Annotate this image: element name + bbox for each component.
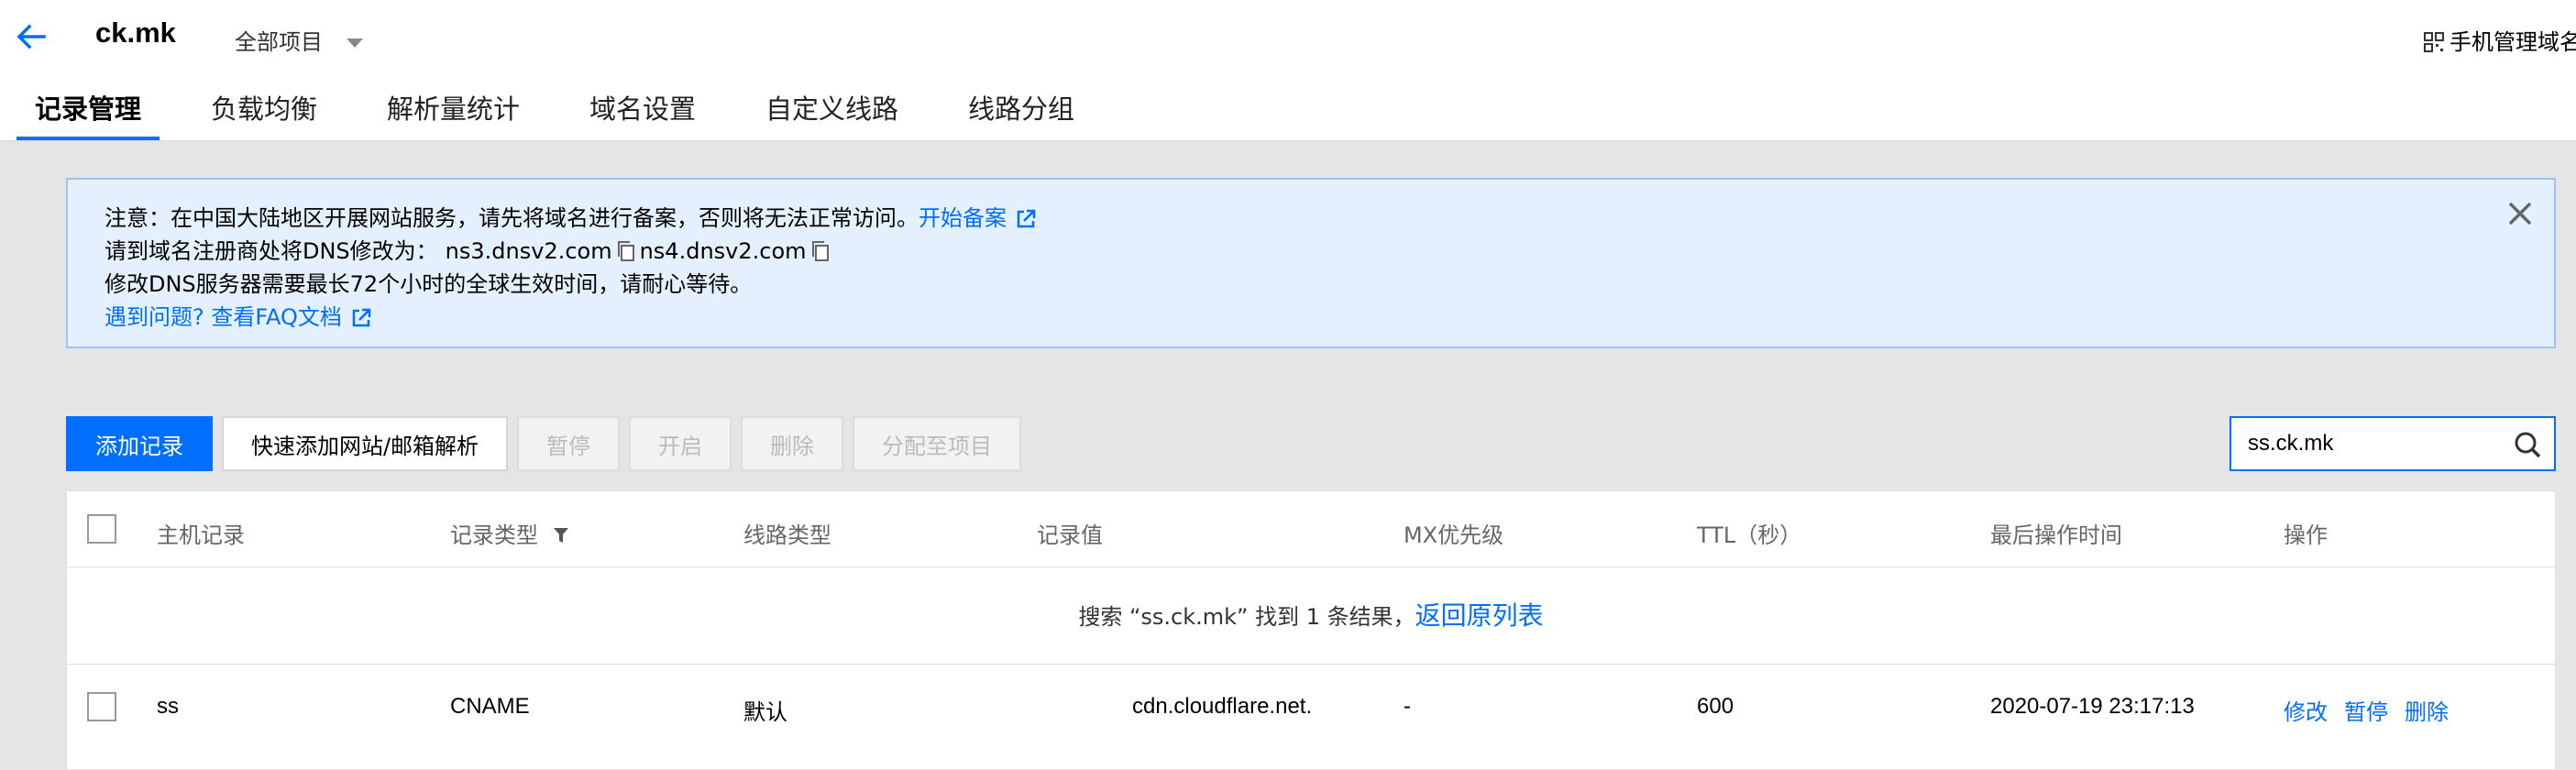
tab-line-groups[interactable]: 线路分组 bbox=[968, 88, 1074, 140]
start-filing-link[interactable]: 开始备案 bbox=[919, 205, 1007, 231]
qrcode-icon bbox=[2424, 32, 2444, 52]
tab-custom-lines[interactable]: 自定义线路 bbox=[765, 88, 898, 140]
add-record-button[interactable]: 添加记录 bbox=[66, 416, 213, 471]
cell-host: ss bbox=[157, 694, 179, 719]
caret-down-icon bbox=[346, 38, 363, 48]
header-mx: MX优先级 bbox=[1404, 522, 1504, 548]
copy-icon[interactable] bbox=[810, 240, 831, 262]
table-header: 主机记录 记录类型 线路类型 记录值 MX优先级 TTL（秒） 最后操作时间 操… bbox=[67, 491, 2555, 567]
tab-resolution-stats[interactable]: 解析量统计 bbox=[387, 88, 520, 140]
copy-icon[interactable] bbox=[616, 240, 636, 262]
header-value: 记录值 bbox=[1037, 522, 1103, 548]
header-type: 记录类型 bbox=[450, 517, 569, 549]
cell-line: 默认 bbox=[743, 699, 787, 725]
tab-record-management[interactable]: 记录管理 bbox=[16, 88, 160, 140]
external-link-icon[interactable] bbox=[1016, 209, 1036, 229]
cell-mx: - bbox=[1404, 694, 1411, 719]
header-host: 主机记录 bbox=[157, 522, 245, 548]
filter-icon[interactable] bbox=[553, 526, 569, 544]
table-row: ss CNAME 默认 cdn.cloudflare.net. - 600 20… bbox=[67, 665, 2555, 753]
notice-icp-text: 注意：在中国大陆地区开展网站服务，请先将域名进行备案，否则将无法正常访问。 bbox=[105, 205, 919, 231]
project-selector[interactable]: 全部项目 bbox=[235, 24, 363, 56]
header-actions: 操作 bbox=[2284, 522, 2328, 548]
header-type-label: 记录类型 bbox=[450, 522, 538, 548]
back-to-list-link[interactable]: 返回原列表 bbox=[1415, 600, 1544, 631]
quick-add-button[interactable]: 快速添加网站/邮箱解析 bbox=[222, 416, 508, 471]
notice-line-dns: 请到域名注册商处将DNS修改为： ns3.dnsv2.com ns4.dnsv2.c… bbox=[105, 233, 834, 265]
external-link-icon[interactable] bbox=[351, 308, 371, 328]
tab-load-balancing[interactable]: 负载均衡 bbox=[211, 88, 317, 140]
notice-dns-text: 请到域名注册商处将DNS修改为： bbox=[105, 238, 438, 264]
faq-link[interactable]: 遇到问题? 查看FAQ文档 bbox=[105, 304, 342, 330]
search-box bbox=[2229, 416, 2556, 471]
project-selector-label: 全部项目 bbox=[235, 29, 323, 55]
notice-banner: 注意：在中国大陆地区开展网站服务，请先将域名进行备案，否则将无法正常访问。开始备… bbox=[66, 178, 2556, 348]
records-table: 主机记录 记录类型 线路类型 记录值 MX优先级 TTL（秒） 最后操作时间 操… bbox=[66, 490, 2556, 770]
nameserver-2: ns4.dnsv2.com bbox=[639, 238, 807, 264]
header-line: 线路类型 bbox=[743, 522, 831, 548]
assign-project-button[interactable]: 分配至项目 bbox=[853, 416, 1021, 471]
top-header: ck.mk 全部项目 手机管理域名 记录管理 负载均衡 解析量统计 域名设置 自… bbox=[0, 0, 2576, 141]
close-icon[interactable] bbox=[2506, 200, 2534, 227]
tab-domain-settings[interactable]: 域名设置 bbox=[589, 88, 696, 140]
notice-line-icp: 注意：在中国大陆地区开展网站服务，请先将域名进行备案，否则将无法正常访问。开始备… bbox=[105, 200, 1036, 232]
edit-link[interactable]: 修改 bbox=[2284, 699, 2328, 725]
search-icon[interactable] bbox=[2514, 431, 2541, 458]
search-input[interactable] bbox=[2248, 427, 2504, 460]
search-result-text: 搜索 “ss.ck.mk” 找到 1 条结果， bbox=[1078, 604, 1415, 630]
header-last-modified: 最后操作时间 bbox=[1990, 522, 2122, 548]
header-ttl: TTL（秒） bbox=[1697, 522, 1802, 548]
row-checkbox[interactable] bbox=[87, 692, 116, 721]
select-all-checkbox[interactable] bbox=[87, 514, 116, 544]
cell-last-modified: 2020-07-19 23:17:13 bbox=[1990, 694, 2195, 719]
delete-button[interactable]: 删除 bbox=[741, 416, 843, 471]
pause-button[interactable]: 暂停 bbox=[517, 416, 620, 471]
search-result-bar: 搜索 “ss.ck.mk” 找到 1 条结果，返回原列表 bbox=[67, 567, 2555, 665]
cell-value: cdn.cloudflare.net. bbox=[1132, 694, 1313, 719]
nameserver-1: ns3.dnsv2.com bbox=[445, 238, 612, 264]
pause-link[interactable]: 暂停 bbox=[2344, 699, 2388, 725]
delete-link[interactable]: 删除 bbox=[2405, 699, 2449, 725]
mobile-manage-link[interactable]: 手机管理域名 bbox=[2424, 24, 2576, 56]
enable-button[interactable]: 开启 bbox=[629, 416, 732, 471]
cell-type: CNAME bbox=[450, 694, 530, 719]
domain-title: ck.mk bbox=[95, 16, 176, 49]
back-arrow-icon[interactable] bbox=[13, 18, 50, 55]
cell-actions: 修改 暂停 删除 bbox=[2284, 694, 2465, 726]
notice-line-faq: 遇到问题? 查看FAQ文档 bbox=[105, 299, 371, 331]
notice-propagation-text: 修改DNS服务器需要最长72个小时的全球生效时间，请耐心等待。 bbox=[105, 271, 753, 297]
cell-ttl: 600 bbox=[1697, 694, 1734, 719]
mobile-manage-label: 手机管理域名 bbox=[2449, 29, 2576, 55]
